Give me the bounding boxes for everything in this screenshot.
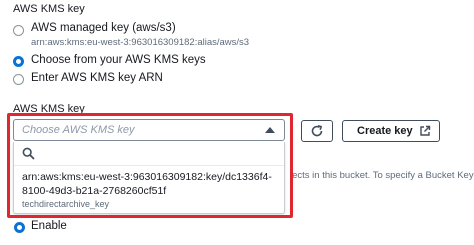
radio-aws-managed-key[interactable] [13,25,24,36]
dropdown-search-input[interactable] [14,142,284,166]
radio-aws-managed-key-label: AWS managed key (aws/s3) [31,22,176,34]
kms-key-option[interactable]: arn:aws:kms:eu-west-3:963016309182:key/d… [14,167,284,213]
create-key-label: Create key [357,125,413,137]
radio-enable-bucket-key[interactable] [14,222,25,233]
bucket-key-description-text: jects in this bucket. To specify a Bucke… [290,170,474,181]
kms-key-dropdown: arn:aws:kms:eu-west-3:963016309182:key/d… [13,142,285,214]
kms-key-option-arn-line2: 8100-49d3-b21a-2768260cf51f [22,185,167,197]
radio-enter-kms-arn[interactable] [13,74,24,85]
radio-choose-from-kms-keys[interactable] [13,56,24,67]
refresh-icon [311,125,323,137]
radio-aws-managed-key-description: arn:aws:kms:eu-west-3:963016309182:alias… [31,37,250,48]
radio-choose-from-kms-keys-label: Choose from your AWS KMS keys [31,54,206,66]
external-link-icon [420,125,431,136]
refresh-button[interactable] [301,120,333,142]
kms-key-option-arn-line1: arn:aws:kms:eu-west-3:963016309182:key/d… [22,171,272,183]
radio-enter-kms-arn-label: Enter AWS KMS key ARN [31,72,163,84]
search-icon [22,147,35,160]
kms-key-select[interactable]: Choose AWS KMS key [13,119,285,141]
create-key-button[interactable]: Create key [342,120,440,142]
kms-section-label: AWS KMS key [13,3,85,15]
key-select-label: AWS KMS key [13,103,85,115]
kms-key-option-alias: techdirectarchive_key [22,199,110,209]
radio-enable-bucket-key-label: Enable [31,220,67,232]
kms-key-select-placeholder: Choose AWS KMS key [22,124,135,136]
caret-up-icon [265,127,275,133]
